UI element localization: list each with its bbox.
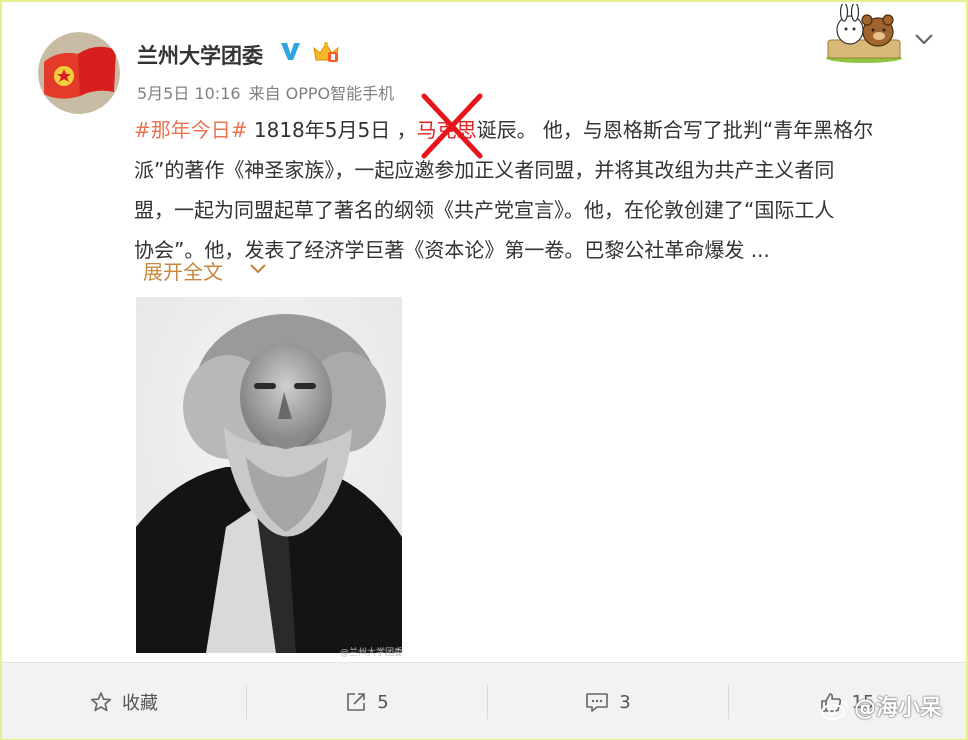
image-watermark: @兰州大学团委 <box>340 648 404 658</box>
repost-count: 5 <box>377 691 389 713</box>
share-arrow-icon <box>347 693 366 711</box>
text-segment: 诞辰。 他，与恩格斯合写了批判“青年黑格尔 <box>476 118 874 142</box>
comment-button[interactable]: 3 <box>488 676 728 728</box>
cross-mark-icon <box>421 93 483 159</box>
repost-button[interactable]: 5 <box>247 676 487 728</box>
post-text: #那年今日# 1818年5月5日 ，马克思诞辰。 他，与恩格斯合写了批判“青年黑… <box>134 110 934 270</box>
avatar[interactable] <box>38 32 120 114</box>
favorite-label: 收藏 <box>122 693 158 714</box>
post-source: 来自 OPPO智能手机 <box>248 84 395 103</box>
post-line-2: 派”的著作《神圣家族》，一起应邀参加正义者同盟，并将其改组为共产主义者同 <box>134 158 835 182</box>
comment-icon <box>586 693 609 712</box>
vip-crown-icon[interactable] <box>312 40 340 64</box>
chevron-down-icon[interactable] <box>910 28 938 50</box>
text-segment: 1818年5月5日 ， <box>247 118 417 142</box>
author-name[interactable]: 兰州大学团委 <box>137 40 263 70</box>
star-icon <box>90 692 112 712</box>
post-image[interactable] <box>136 297 402 653</box>
favorite-button[interactable]: 收藏 <box>2 676 246 728</box>
hashtag-link[interactable]: #那年今日# <box>134 118 248 142</box>
watermark-text: @海小呆 <box>854 696 943 721</box>
post-line-1: #那年今日# 1818年5月5日 ，马克思诞辰。 他，与恩格斯合写了批判“青年黑… <box>134 110 934 150</box>
post-line-3: 盟，一起为同盟起草了著名的纲领《共产党宣言》。他，在伦敦创建了“国际工人 <box>134 198 835 222</box>
post-time[interactable]: 5月5日 10:16 <box>137 84 241 103</box>
verified-icon <box>281 43 300 60</box>
post-meta: 5月5日 10:16 来自 OPPO智能手机 <box>137 80 402 104</box>
comment-count: 3 <box>619 691 631 713</box>
expand-chevron-icon[interactable] <box>248 262 268 276</box>
weibo-watermark: @海小呆 <box>820 690 942 722</box>
expand-full-text-link[interactable]: 展开全文 <box>143 256 223 285</box>
weibo-logo-icon <box>821 701 848 720</box>
bunny-bear-sticker-icon <box>826 4 902 63</box>
